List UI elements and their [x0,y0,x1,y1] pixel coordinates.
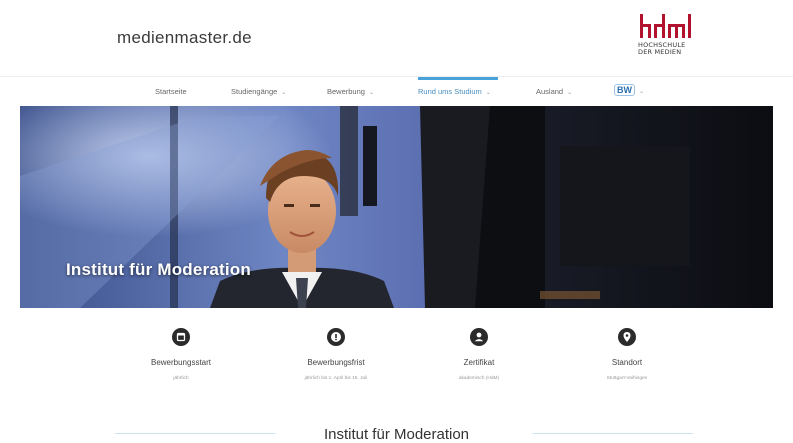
chevron-down-icon: ⌄ [485,90,491,96]
fact-value: Stuttgart-Vaihingen [606,376,648,381]
nav-item-label: Ausland [536,87,564,96]
fact-bewerbungsstart: Bewerbungsstart jährlich [111,328,251,381]
chevron-down-icon: ⌄ [567,90,573,96]
facts-row: Bewerbungsstart jährlich Bewerbungsfrist… [0,328,793,398]
nav-item-studiengaenge[interactable]: Studiengänge ⌄ [231,87,286,96]
location-pin-icon [618,328,636,346]
chevron-down-icon: ⌄ [281,90,287,96]
nav-item-label: Startseite [155,87,187,96]
nav-active-indicator [418,77,498,80]
nav-item-label: Rund ums Studium [418,87,482,96]
fact-label: Bewerbungsstart [150,358,212,367]
hero-title: Institut für Moderation [66,260,251,279]
chevron-down-icon: ⌄ [368,90,374,96]
hdm-logo-mark [640,14,691,38]
hero-banner: Institut für Moderation [20,106,773,308]
nav-item-bewerbung[interactable]: Bewerbung ⌄ [327,87,374,96]
fact-standort: Standort Stuttgart-Vaihingen [557,328,697,381]
person-icon [470,328,488,346]
nav-item-label: Studiengänge [231,87,278,96]
fact-label: Zertifikat [463,358,495,367]
info-icon [327,328,345,346]
logo-caption-line2: DER MEDIEN [638,48,682,56]
fact-value: akademisch (HdM) [458,376,500,381]
fact-bewerbungsfrist: Bewerbungsfrist jährlich bis 1. April bi… [266,328,406,381]
section-title: Institut für Moderation [323,426,470,443]
site-header: medienmaster.de HOCHSCHULE DER MEDIEN [0,0,793,76]
fact-label: Bewerbungsfrist [307,358,365,367]
nav-item-ausland[interactable]: Ausland ⌄ [536,87,572,96]
fact-value: jährlich [173,376,189,381]
chevron-down-icon: ⌄ [639,89,645,95]
site-name-link[interactable]: medienmaster.de [117,28,252,48]
nav-item-rund-ums-studium[interactable]: Rund ums Studium ⌄ [418,87,491,96]
nav-item-bw[interactable]: BW ⌄ [614,84,644,96]
fact-label: Standort [611,358,643,367]
section-heading: Institut für Moderation [0,424,793,443]
hdm-logo[interactable]: HOCHSCHULE DER MEDIEN [638,12,698,64]
fact-zertifikat: Zertifikat akademisch (HdM) [409,328,549,381]
calendar-icon [172,328,190,346]
fact-value: jährlich bis 1. April bis 15. Juli [304,376,368,381]
hdm-logo-caption: HOCHSCHULE DER MEDIEN [638,42,698,56]
main-navigation: Startseite Studiengänge ⌄ Bewerbung ⌄ Rund… [0,76,793,106]
nav-item-label: Bewerbung [327,87,365,96]
bw-badge-icon: BW [614,84,635,96]
nav-item-startseite[interactable]: Startseite [155,87,187,96]
